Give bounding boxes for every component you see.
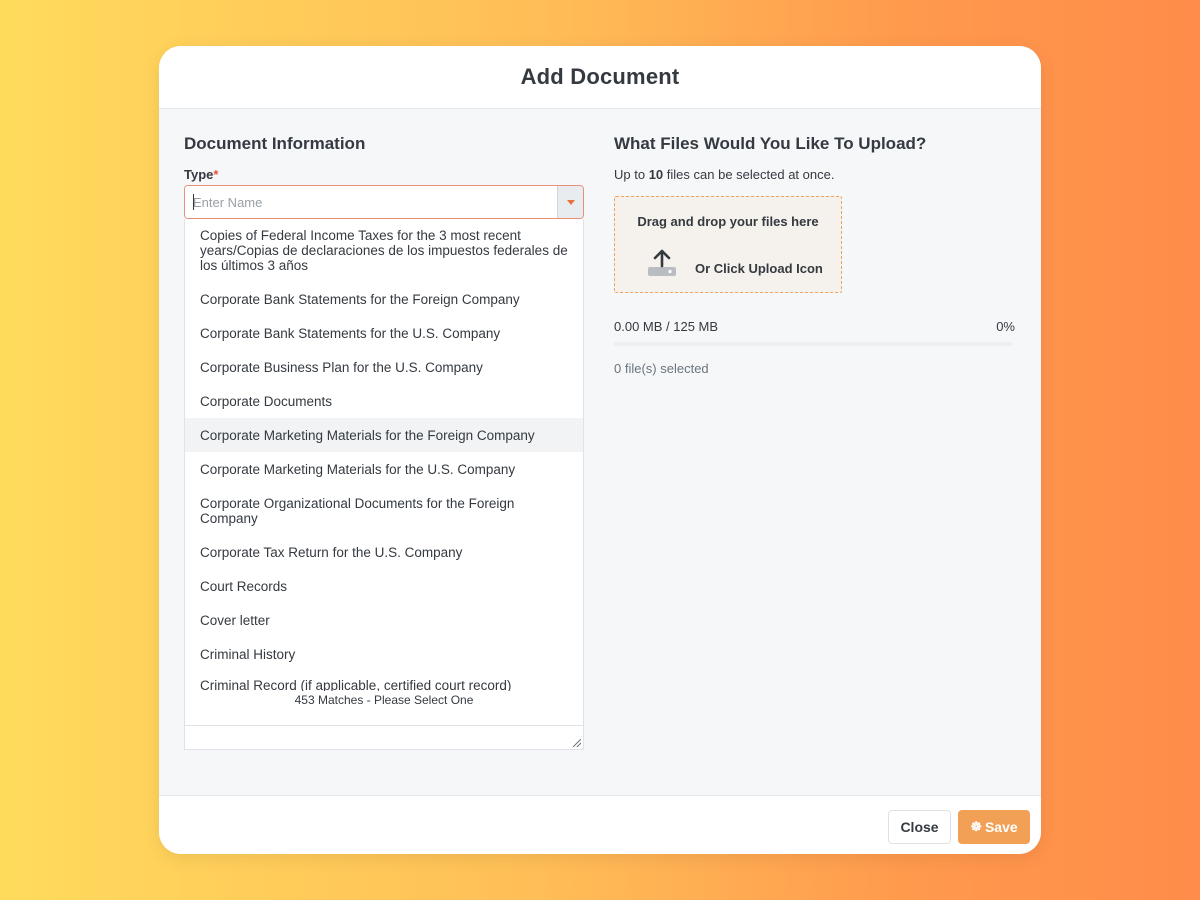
type-label: Type* [184, 167, 218, 182]
text-cursor [193, 194, 194, 210]
type-option[interactable]: Copies of Federal Income Taxes for the 3… [185, 219, 583, 282]
resize-grip-icon[interactable] [573, 739, 581, 747]
files-selected-count: 0 file(s) selected [614, 361, 709, 376]
modal-title: Add Document [520, 64, 680, 89]
type-option[interactable]: Cover letter [185, 603, 583, 637]
type-option[interactable]: Corporate Bank Statements for the U.S. C… [185, 316, 583, 350]
notes-textarea[interactable] [185, 725, 583, 749]
save-button-label: Save [984, 819, 1018, 835]
type-option[interactable]: Corporate Marketing Materials for the U.… [185, 452, 583, 486]
type-option[interactable]: Criminal History [185, 637, 583, 671]
type-option[interactable]: Criminal Record (if applicable, certifie… [185, 671, 583, 691]
dropzone-title: Drag and drop your files here [637, 214, 819, 229]
click-upload-link[interactable]: Or Click Upload Icon [695, 261, 823, 276]
type-select[interactable] [184, 185, 584, 219]
type-option[interactable]: Corporate Organizational Documents for t… [185, 486, 583, 535]
file-dropzone[interactable]: Drag and drop your files here Or Click U… [614, 196, 842, 293]
type-option[interactable]: Corporate Documents [185, 384, 583, 418]
upload-heading: What Files Would You Like To Upload? [614, 134, 927, 153]
type-dropdown-toggle[interactable] [557, 186, 583, 218]
type-option-highlighted[interactable]: Corporate Marketing Materials for the Fo… [185, 418, 583, 452]
upload-size-text: 0.00 MB / 125 MB [614, 319, 719, 334]
document-information-heading: Document Information [184, 134, 366, 153]
add-document-modal: Add Document Document Information Type* … [159, 46, 1041, 854]
upload-note-suffix: files can be selected at once. [666, 167, 835, 182]
upload-note-prefix: Up to [614, 167, 646, 182]
upload-size-row: 0.00 MB / 125 MB 0% [614, 319, 1015, 334]
close-button[interactable]: Close [888, 810, 951, 844]
type-options[interactable]: Copies of Federal Income Taxes for the 3… [185, 219, 583, 691]
upload-note-count: 10 [648, 167, 664, 182]
match-summary: 453 Matches - Please Select One [294, 693, 474, 707]
save-button[interactable]: ☸ Save [958, 810, 1030, 844]
modal-header: Add Document [159, 46, 1041, 109]
modal-footer: Close ☸ Save [159, 795, 1041, 854]
type-label-text: Type [184, 167, 214, 182]
required-marker: * [213, 167, 219, 182]
type-option[interactable]: Court Records [185, 569, 583, 603]
spinner-icon: ☸ [970, 819, 982, 834]
upload-percent: 0% [996, 319, 1015, 334]
upload-progress-bar [614, 342, 1013, 346]
type-option[interactable]: Corporate Business Plan for the U.S. Com… [185, 350, 583, 384]
type-search-input[interactable] [185, 186, 557, 218]
type-option[interactable]: Corporate Tax Return for the U.S. Compan… [185, 535, 583, 569]
upload-icon[interactable] [647, 247, 677, 277]
triangle-down-icon [566, 199, 575, 205]
upload-limit-note: Up to 10 files can be selected at once. [614, 167, 834, 182]
type-dropdown-list: Copies of Federal Income Taxes for the 3… [184, 219, 584, 750]
type-option[interactable]: Corporate Bank Statements for the Foreig… [185, 282, 583, 316]
